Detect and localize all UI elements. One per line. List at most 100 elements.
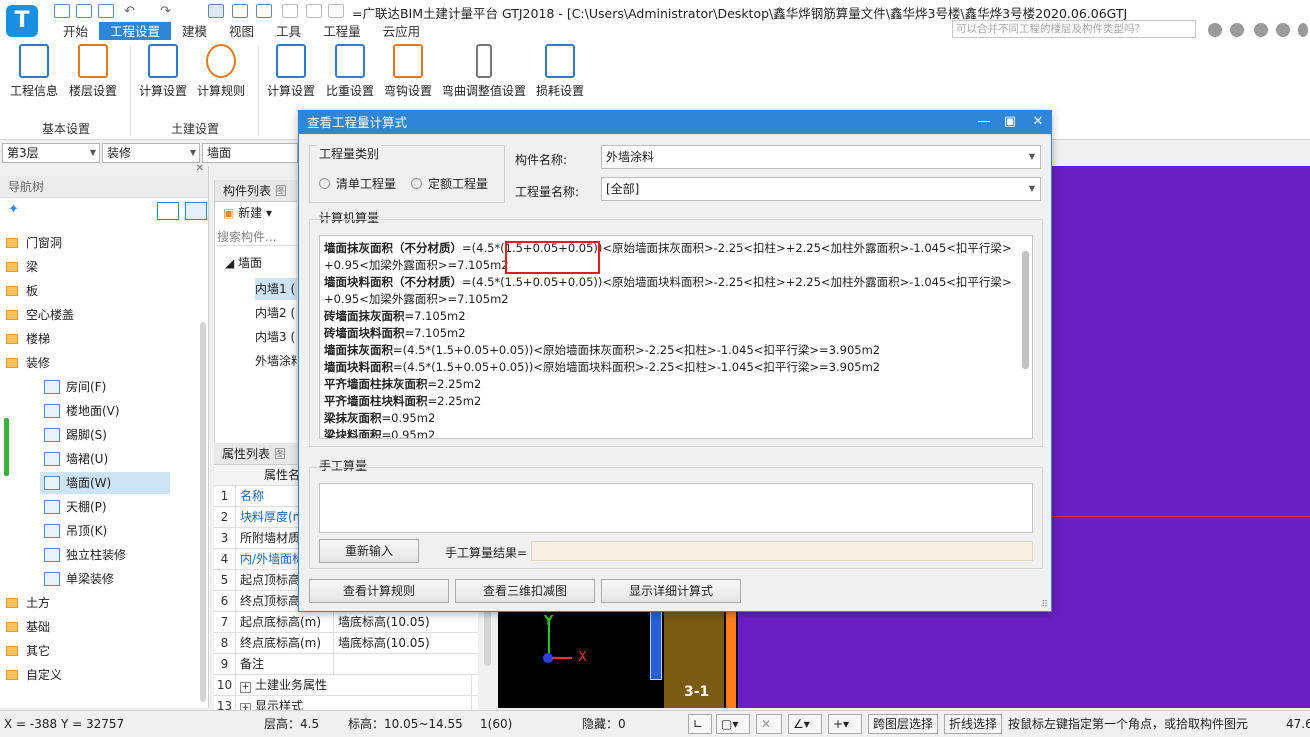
wall-segment-blue[interactable]	[650, 610, 662, 680]
floor-select[interactable]: 第3层 ▼	[2, 143, 100, 163]
help-search-input[interactable]: 可以合并不同工程的楼层及构件类型吗？	[952, 20, 1196, 38]
property-tab2-label[interactable]: 图	[274, 447, 286, 461]
component-name-select[interactable]: 外墙涂料 ▼	[601, 145, 1041, 169]
nav-item[interactable]: 空心楼盖	[0, 304, 190, 326]
cross-floor-select-button[interactable]: 跨图层选择	[868, 714, 939, 734]
nav-scrollbar[interactable]	[200, 322, 206, 702]
nav-item[interactable]: 楼地面(V)	[0, 400, 190, 422]
save-icon[interactable]	[98, 4, 114, 18]
menu-project-settings[interactable]: 工程设置	[99, 22, 172, 41]
add-icon[interactable]: ✦	[8, 202, 19, 217]
nav-item[interactable]: 天棚(P)	[0, 496, 190, 518]
property-row[interactable]: 8 终点底标高(m) 墙底标高(10.05)	[214, 633, 478, 654]
open-folder-icon[interactable]	[76, 4, 92, 18]
component-item[interactable]: 外墙涂料	[255, 350, 297, 372]
settings-icon[interactable]	[328, 4, 344, 18]
nav-item[interactable]: 土方	[0, 592, 190, 614]
minimize-icon[interactable]: —	[975, 114, 993, 130]
calc-rules-button[interactable]: 计算规则	[197, 44, 245, 99]
calc-formula-text[interactable]: 墙面抹灰面积（不分材质） =(4.5*(1.5+0.05+0.05))<原始墙面抹…	[319, 235, 1033, 439]
menu-view[interactable]: 视图	[218, 22, 265, 41]
view-3d-deduction-button[interactable]: 查看三维扣减图	[455, 579, 595, 603]
property-row[interactable]: 9 备注	[214, 654, 478, 675]
close-icon[interactable]: ✕	[1029, 114, 1047, 130]
project-info-button[interactable]: 工程信息	[10, 44, 58, 99]
expand-icon[interactable]: +	[240, 682, 251, 693]
grid-view-icon[interactable]	[185, 202, 207, 220]
nav-item[interactable]: 房间(F)	[0, 376, 190, 398]
nav-item[interactable]: 基础	[0, 616, 190, 638]
property-value[interactable]: 墙底标高(10.05)	[334, 633, 430, 653]
menu-quantity[interactable]: 工程量	[312, 22, 372, 41]
ortho-icon[interactable]: ∟	[688, 714, 712, 734]
nav-item[interactable]: 门窗洞	[0, 232, 190, 254]
component-item[interactable]: 内墙2 (	[255, 302, 297, 324]
nav-item[interactable]: 吊顶(K)	[0, 520, 190, 542]
menu-cloud[interactable]: 云应用	[372, 22, 432, 41]
nav-item[interactable]: 墙裙(U)	[0, 448, 190, 470]
wall-segment-orange[interactable]	[726, 610, 736, 708]
nav-item[interactable]: 独立柱装修	[0, 544, 190, 566]
tree-root-wall-surface[interactable]: ◢ 墙面	[225, 254, 262, 271]
property-row[interactable]: 7 起点底标高(m) 墙底标高(10.05)	[214, 612, 478, 633]
close-icon[interactable]: ✕	[196, 163, 204, 174]
message-icon[interactable]	[1254, 23, 1268, 37]
resize-grip-icon[interactable]: ⠿	[1041, 600, 1048, 610]
show-detail-formula-button[interactable]: 显示详细计算式	[601, 579, 741, 603]
redo-icon[interactable]: ↷	[160, 4, 176, 19]
maximize-icon[interactable]: ▣	[1001, 114, 1019, 130]
polyline-select-button[interactable]: 折线选择	[944, 714, 1003, 734]
category-select[interactable]: 装修 ▼	[102, 143, 200, 163]
quantity-name-select[interactable]: [全部] ▼	[601, 177, 1041, 201]
nav-item[interactable]: 踢脚(S)	[0, 424, 190, 446]
find-icon[interactable]	[232, 4, 248, 18]
view-calc-rules-button[interactable]: 查看计算规则	[309, 579, 449, 603]
more-icon[interactable]	[1298, 23, 1308, 37]
manual-calc-input[interactable]	[319, 483, 1033, 533]
loss-settings-button[interactable]: 损耗设置	[536, 44, 584, 99]
select-icon[interactable]	[208, 4, 224, 18]
service-icon[interactable]	[1276, 23, 1290, 37]
menu-tools[interactable]: 工具	[265, 22, 312, 41]
calc-settings-button[interactable]: 计算设置	[139, 44, 187, 99]
calc-scrollbar[interactable]	[1022, 251, 1029, 369]
user-icon[interactable]	[1208, 23, 1222, 37]
component-list-tab[interactable]: 构件列表 图	[215, 180, 297, 202]
canvas-dark-region[interactable]: 3-1 Y X	[498, 600, 738, 708]
nav-item[interactable]: 楼梯	[0, 328, 190, 350]
floor-settings-button[interactable]: 楼层设置	[69, 44, 117, 99]
density-settings-button[interactable]: 比重设置	[326, 44, 374, 99]
new-file-icon[interactable]	[54, 4, 70, 18]
nav-item[interactable]: 自定义	[0, 664, 190, 686]
menu-modeling[interactable]: 建模	[171, 22, 218, 41]
property-value[interactable]: 墙底标高(10.05)	[334, 612, 430, 632]
nav-item[interactable]: 其它	[0, 640, 190, 662]
new-button[interactable]: ▣ 新建 ▾	[223, 204, 272, 221]
property-row[interactable]: 10 + 土建业务属性	[214, 675, 478, 696]
type-select[interactable]: 墙面	[202, 143, 298, 163]
angle-icon[interactable]: ∠▾	[788, 714, 822, 734]
nav-item[interactable]: 板	[0, 280, 190, 302]
list-view-icon[interactable]	[157, 202, 179, 220]
drawing-tab-label[interactable]: 图	[275, 184, 287, 198]
bell-icon[interactable]	[1230, 23, 1244, 37]
bend-adjust-button[interactable]: 弯曲调整值设置	[442, 44, 526, 99]
cross-icon[interactable]: ✕	[756, 714, 782, 734]
menu-start[interactable]: 开始	[52, 22, 99, 41]
grid-icon[interactable]	[306, 4, 322, 18]
nav-item[interactable]: 墙面(W)	[40, 472, 170, 494]
radio-bill-quantity[interactable]: 清单工程量	[319, 175, 396, 192]
rebar-calc-settings-button[interactable]: 计算设置	[267, 44, 315, 99]
component-item[interactable]: 内墙1 (	[255, 278, 297, 300]
undo-icon[interactable]: ↶	[124, 4, 140, 19]
component-item[interactable]: 内墙3 (	[255, 326, 297, 348]
draw-icon[interactable]	[282, 4, 298, 18]
snap-icon[interactable]: ▢▾	[716, 714, 750, 734]
reenter-button[interactable]: 重新输入	[319, 539, 419, 563]
nav-item[interactable]: 单梁装修	[0, 568, 190, 590]
hook-settings-button[interactable]: 弯钩设置	[384, 44, 432, 99]
offset-icon[interactable]: +▾	[828, 714, 862, 734]
component-search-input[interactable]: 搜索构件...	[217, 228, 297, 246]
radio-quota-quantity[interactable]: 定额工程量	[411, 175, 488, 192]
nav-item[interactable]: 梁	[0, 256, 190, 278]
